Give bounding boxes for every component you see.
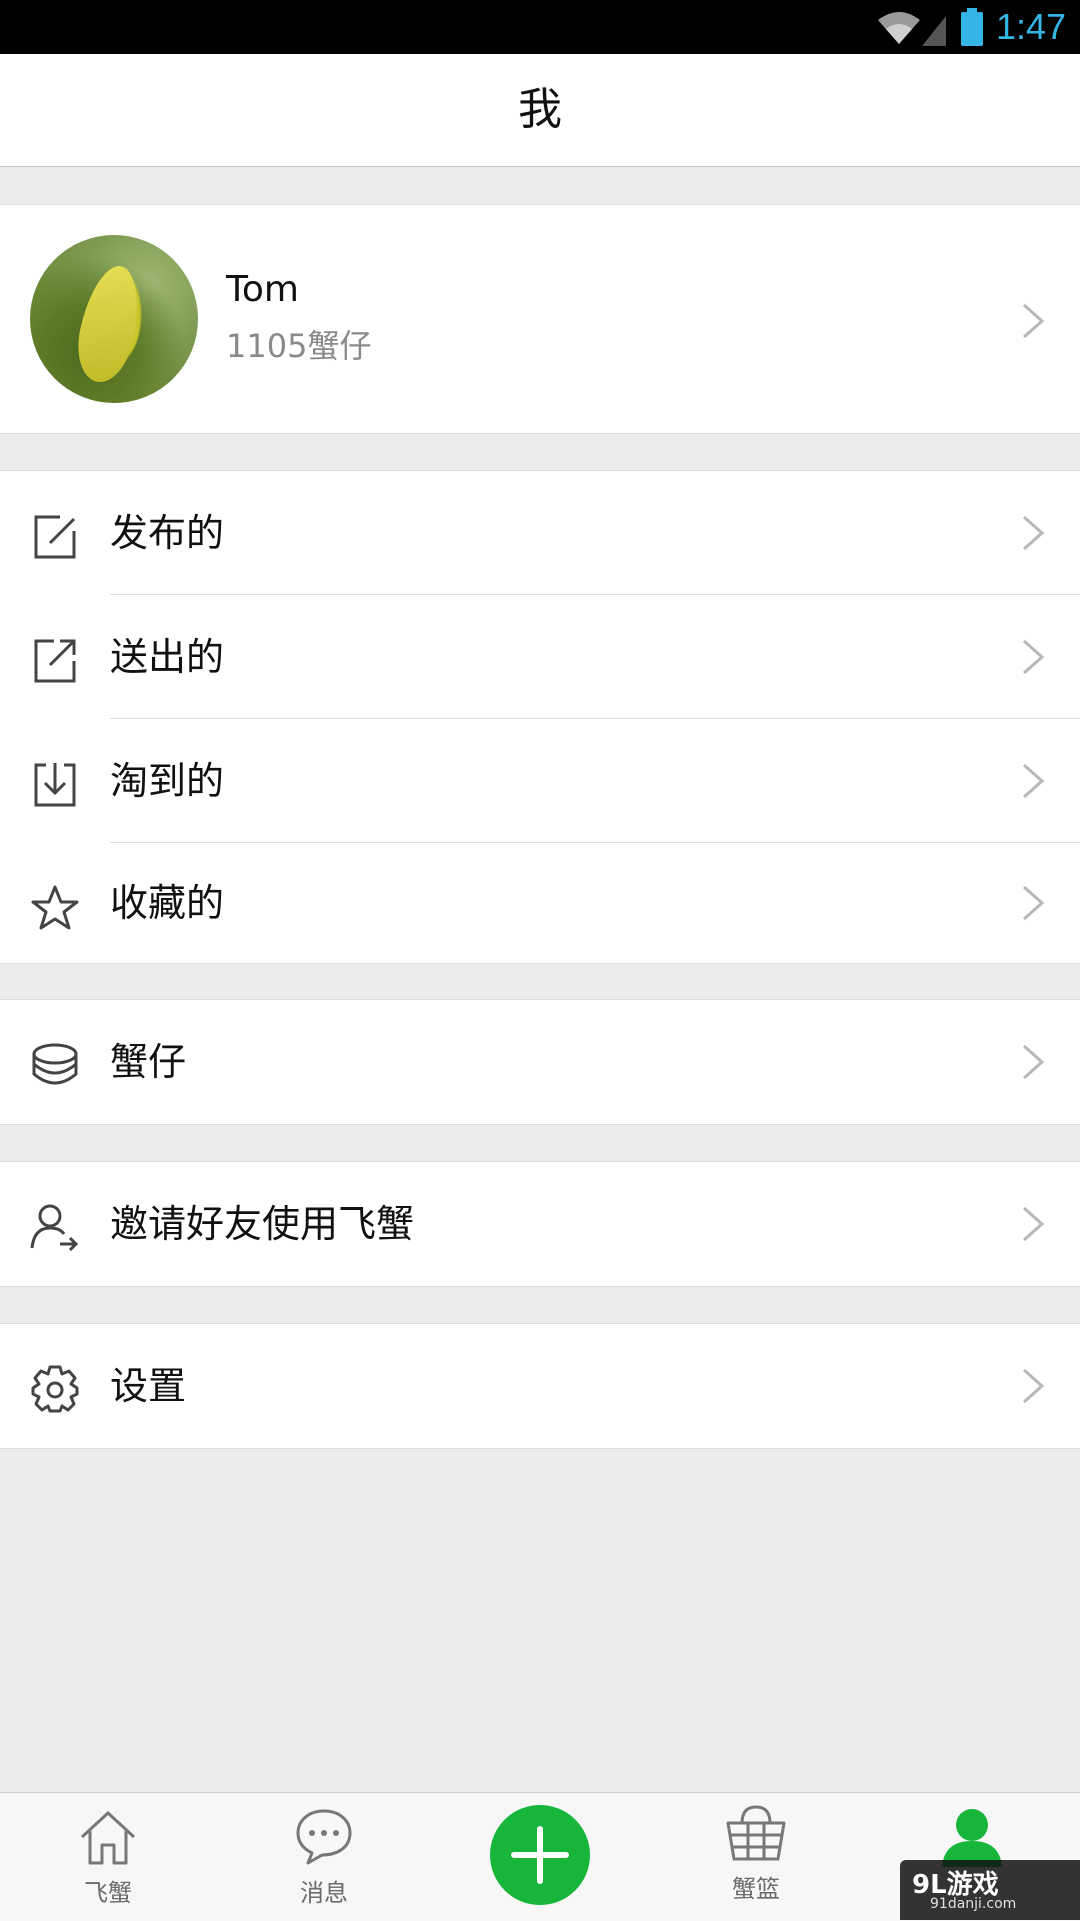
chevron-right-icon xyxy=(1018,637,1048,677)
profile-points: 1105蟹仔 xyxy=(226,327,372,365)
nav-home[interactable]: 飞蟹 xyxy=(38,1793,178,1921)
invite-group: 邀请好友使用飞蟹 xyxy=(0,1161,1080,1287)
chevron-right-icon xyxy=(1018,301,1048,341)
nav-label: 消息 xyxy=(300,1879,348,1907)
chevron-right-icon xyxy=(1018,761,1048,801)
add-button[interactable] xyxy=(490,1805,590,1905)
activity-group: 发布的 送出的 淘到的 收藏的 xyxy=(0,470,1080,964)
nav-label: 飞蟹 xyxy=(84,1879,132,1907)
invite-user-icon xyxy=(30,1204,79,1252)
menu-item-acquired[interactable]: 淘到的 xyxy=(0,719,1080,843)
watermark-url: 91danji.com xyxy=(930,1896,1017,1912)
menu-item-label: 收藏的 xyxy=(110,881,225,925)
status-time: 1:47 xyxy=(996,6,1067,47)
menu-item-published[interactable]: 发布的 xyxy=(0,471,1080,595)
profile-icon xyxy=(942,1809,1002,1867)
star-icon xyxy=(31,885,79,930)
menu-item-label: 蟹仔 xyxy=(110,1040,187,1084)
title-bar: 我 xyxy=(0,54,1080,167)
home-icon xyxy=(80,1811,136,1865)
basket-icon xyxy=(726,1805,786,1861)
edit-icon xyxy=(34,515,76,559)
menu-item-coins[interactable]: 蟹仔 xyxy=(0,1000,1080,1124)
gear-icon xyxy=(31,1365,79,1413)
status-bar: 1:47 xyxy=(0,0,1080,54)
share-out-icon xyxy=(34,639,76,683)
battery-icon xyxy=(961,8,983,46)
signal-icon xyxy=(922,16,946,46)
menu-item-label: 发布的 xyxy=(110,511,225,555)
watermark: 9L游戏 91danji.com xyxy=(900,1860,1080,1920)
menu-item-sent[interactable]: 送出的 xyxy=(0,595,1080,719)
menu-item-settings[interactable]: 设置 xyxy=(0,1324,1080,1448)
chevron-right-icon xyxy=(1018,883,1048,923)
nav-messages[interactable]: 消息 xyxy=(254,1793,394,1921)
download-icon xyxy=(34,763,76,807)
wifi-icon xyxy=(878,12,920,44)
menu-item-label: 送出的 xyxy=(110,635,225,679)
menu-item-label: 邀请好友使用飞蟹 xyxy=(110,1202,415,1246)
coins-group: 蟹仔 xyxy=(0,999,1080,1125)
chevron-right-icon xyxy=(1018,1366,1048,1406)
nav-basket[interactable]: 蟹篮 xyxy=(686,1793,826,1921)
menu-item-favorites[interactable]: 收藏的 xyxy=(0,843,1080,963)
profile-name: Tom xyxy=(226,269,299,310)
nav-label: 蟹篮 xyxy=(732,1875,780,1903)
menu-item-invite[interactable]: 邀请好友使用飞蟹 xyxy=(0,1162,1080,1286)
chevron-right-icon xyxy=(1018,1204,1048,1244)
coins-icon xyxy=(32,1043,78,1085)
settings-group: 设置 xyxy=(0,1323,1080,1449)
chevron-right-icon xyxy=(1018,1042,1048,1082)
avatar[interactable] xyxy=(30,235,198,403)
add-icon xyxy=(511,1826,569,1884)
menu-item-label: 设置 xyxy=(110,1364,187,1408)
page-title: 我 xyxy=(518,84,562,135)
message-icon xyxy=(296,1809,352,1865)
menu-item-label: 淘到的 xyxy=(110,759,225,803)
chevron-right-icon xyxy=(1018,513,1048,553)
profile-card[interactable]: Tom 1105蟹仔 xyxy=(0,204,1080,434)
